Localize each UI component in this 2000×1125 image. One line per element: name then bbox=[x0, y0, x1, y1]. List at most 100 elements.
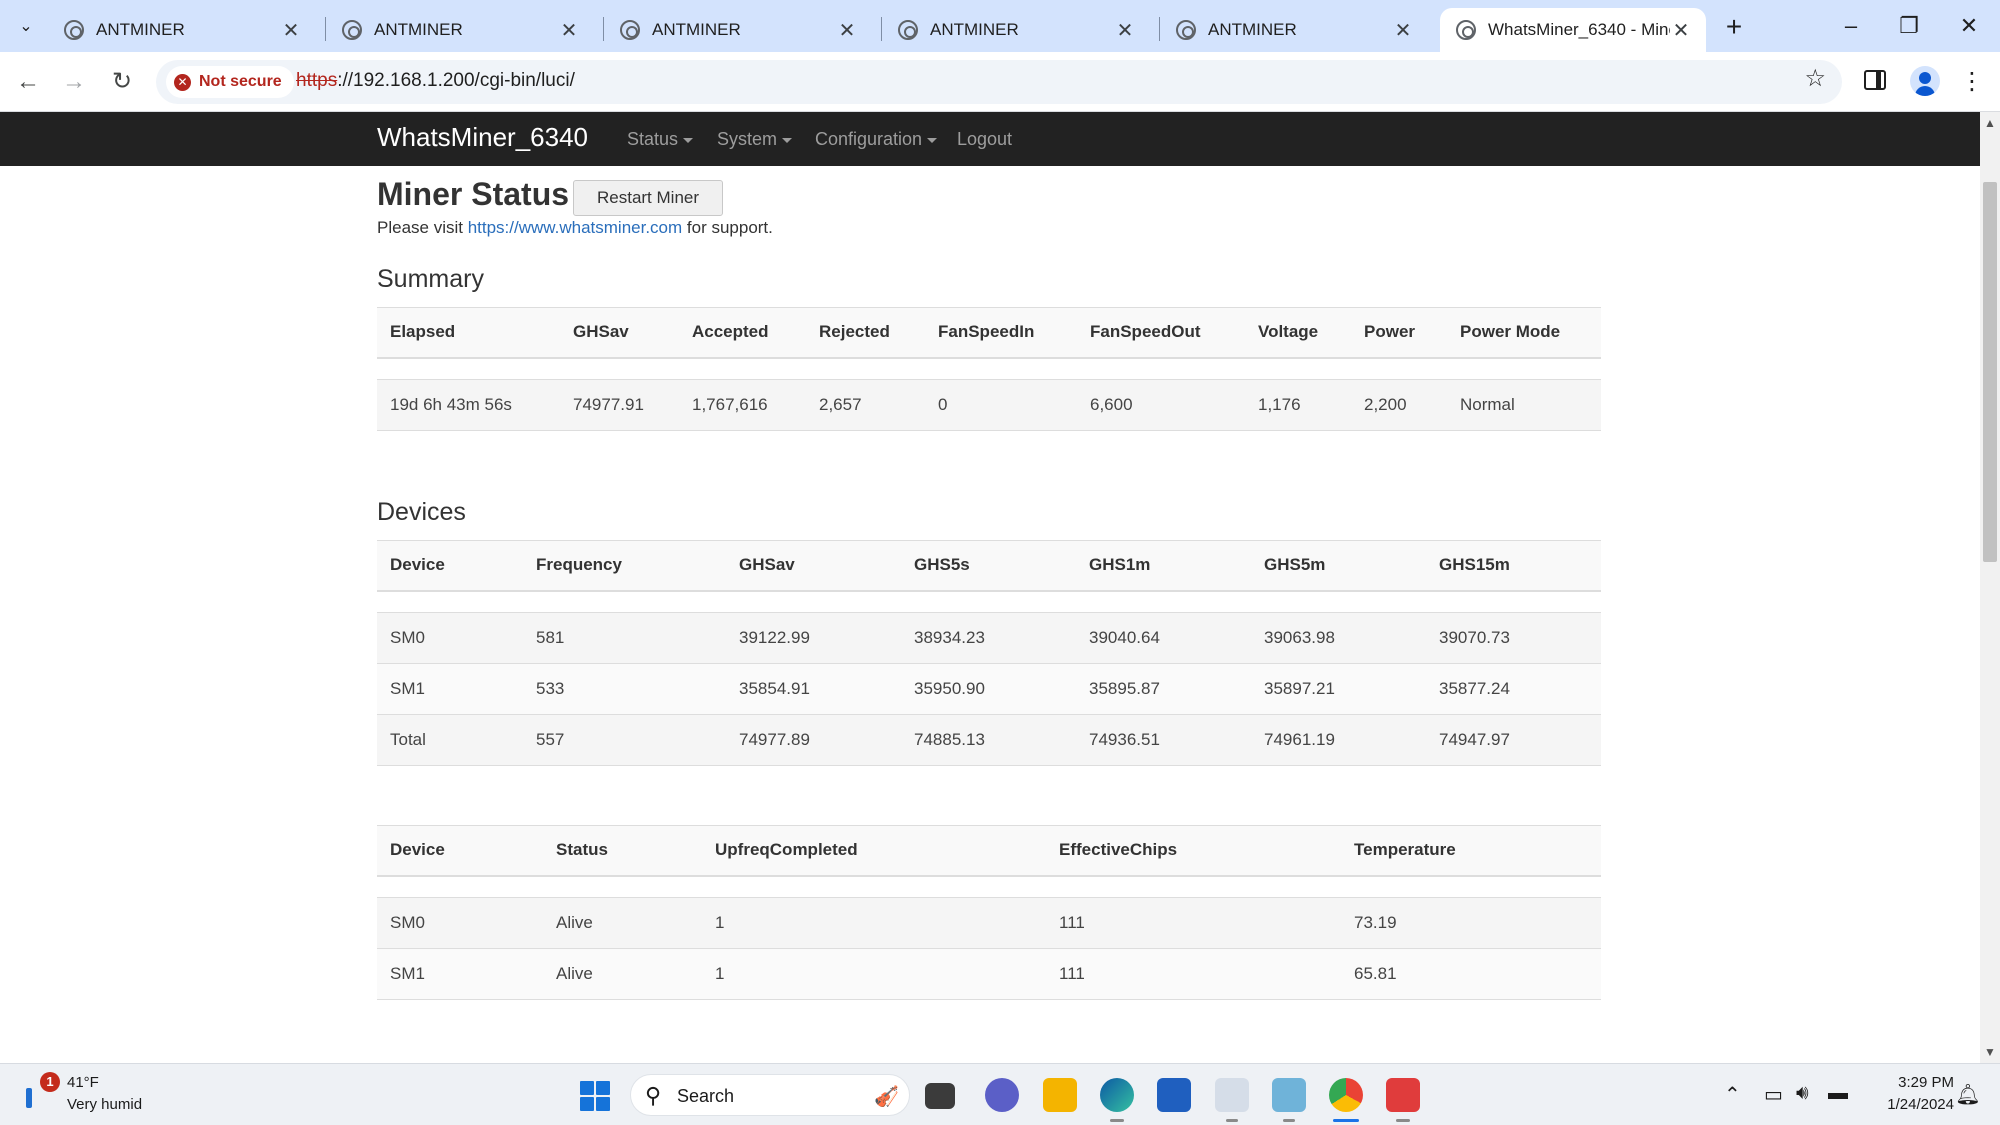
battery-icon[interactable]: ▬ bbox=[1828, 1082, 1848, 1105]
close-icon[interactable]: ✕ bbox=[1670, 18, 1692, 43]
notification-bell-icon[interactable]: 🔔︎ bbox=[1954, 1082, 1982, 1107]
col-header: Device bbox=[377, 825, 543, 877]
table-row: SM1 533 35854.91 35950.90 35895.87 35897… bbox=[377, 663, 1601, 715]
scroll-down-arrow-icon[interactable]: ▼ bbox=[1980, 1045, 2000, 1059]
tab-search-chevron-icon[interactable]: ⌄ bbox=[10, 10, 42, 42]
bookmark-star-icon[interactable]: ☆ bbox=[1804, 64, 1826, 93]
url-text[interactable]: https://192.168.1.200/cgi-bin/luci/ bbox=[296, 70, 575, 92]
brand-name[interactable]: WhatsMiner_6340 bbox=[377, 122, 588, 153]
table-cell: 111 bbox=[1046, 897, 1341, 949]
address-bar[interactable]: ✕ Not secure https://192.168.1.200/cgi-b… bbox=[156, 60, 1842, 104]
app-icon[interactable] bbox=[1272, 1078, 1306, 1112]
warning-icon: ✕ bbox=[174, 73, 191, 91]
reload-icon[interactable]: ↻ bbox=[104, 64, 140, 100]
col-header: Power Mode bbox=[1447, 307, 1601, 359]
page-scrollbar[interactable]: ▲ ▼ bbox=[1980, 112, 2000, 1063]
table-spacer bbox=[377, 357, 1601, 380]
volume-icon[interactable]: 🔊︎ bbox=[1796, 1082, 1809, 1105]
tab-favicon-icon bbox=[620, 20, 640, 40]
table-cell: 111 bbox=[1046, 948, 1341, 1000]
table-cell: 0 bbox=[925, 379, 1077, 431]
file-explorer-icon[interactable] bbox=[1043, 1078, 1077, 1112]
profile-avatar-icon[interactable] bbox=[1910, 66, 1940, 96]
restart-miner-button[interactable]: Restart Miner bbox=[573, 180, 723, 216]
app-icon[interactable] bbox=[1215, 1078, 1249, 1112]
task-view-icon[interactable] bbox=[925, 1083, 955, 1109]
caret-down-icon bbox=[927, 137, 938, 143]
clock-time[interactable]: 3:29 PM bbox=[1880, 1074, 1954, 1091]
col-header: Frequency bbox=[523, 540, 726, 592]
menu-system[interactable]: System bbox=[717, 129, 793, 150]
close-icon[interactable]: ✕ bbox=[836, 18, 858, 43]
table-row: Total 557 74977.89 74885.13 74936.51 749… bbox=[377, 714, 1601, 766]
tab-favicon-icon bbox=[1456, 20, 1476, 40]
edge-browser-icon[interactable] bbox=[1100, 1078, 1134, 1112]
menu-logout[interactable]: Logout bbox=[957, 129, 1012, 150]
back-arrow-icon[interactable]: ← bbox=[10, 64, 46, 100]
taskbar-search[interactable]: ⚲ Search 🎻 bbox=[630, 1074, 910, 1116]
table-cell: 74977.91 bbox=[560, 379, 679, 431]
chat-icon[interactable] bbox=[985, 1078, 1019, 1112]
support-note: Please visit https://www.whatsminer.com … bbox=[377, 218, 773, 238]
weather-temperature[interactable]: 41°F bbox=[67, 1074, 99, 1091]
weather-description[interactable]: Very humid bbox=[67, 1096, 142, 1113]
table-cell: SM0 bbox=[377, 897, 543, 949]
table-cell: 35897.21 bbox=[1251, 663, 1426, 715]
table-cell: 35854.91 bbox=[726, 663, 901, 715]
tab-title: WhatsMiner_6340 - Miner bbox=[1488, 20, 1670, 39]
page-title: Miner Status bbox=[377, 176, 570, 212]
table-cell: 581 bbox=[523, 612, 726, 664]
chrome-icon[interactable] bbox=[1329, 1078, 1363, 1112]
forward-arrow-icon[interactable]: → bbox=[56, 64, 92, 100]
caret-down-icon bbox=[683, 137, 694, 143]
devices-header-row: Device Frequency GHSav GHS5s GHS1m GHS5m… bbox=[377, 540, 1601, 592]
scroll-up-arrow-icon[interactable]: ▲ bbox=[1980, 116, 2000, 130]
tab-antminer-3[interactable]: ANTMINER ✕ bbox=[604, 8, 872, 52]
window-close-icon[interactable]: ✕ bbox=[1940, 8, 1998, 44]
close-icon[interactable]: ✕ bbox=[280, 18, 302, 43]
close-icon[interactable]: ✕ bbox=[1392, 18, 1414, 43]
tab-antminer-1[interactable]: ANTMINER ✕ bbox=[48, 8, 316, 52]
tab-whatsminer-active[interactable]: WhatsMiner_6340 - Miner ✕ bbox=[1440, 8, 1706, 52]
tab-favicon-icon bbox=[64, 20, 84, 40]
windows-start-icon[interactable] bbox=[580, 1081, 610, 1111]
more-menu-icon[interactable]: ⋮ bbox=[1960, 64, 1984, 100]
restore-icon[interactable]: ❐ bbox=[1880, 8, 1938, 44]
close-icon[interactable]: ✕ bbox=[558, 18, 580, 43]
network-icon[interactable]: ▭ bbox=[1764, 1082, 1783, 1107]
summary-header-row: Elapsed GHSav Accepted Rejected FanSpeed… bbox=[377, 307, 1601, 359]
table-cell: 1,176 bbox=[1245, 379, 1351, 431]
menu-status[interactable]: Status bbox=[627, 129, 694, 150]
table-cell: 39063.98 bbox=[1251, 612, 1426, 664]
clock-date[interactable]: 1/24/2024 bbox=[1862, 1096, 1954, 1113]
search-icon: ⚲ bbox=[645, 1083, 662, 1108]
support-link[interactable]: https://www.whatsminer.com bbox=[468, 218, 682, 237]
chevron-up-icon[interactable]: ⌃ bbox=[1724, 1082, 1741, 1107]
col-header: Elapsed bbox=[377, 307, 560, 359]
close-icon[interactable]: ✕ bbox=[1114, 18, 1136, 43]
tab-favicon-icon bbox=[342, 20, 362, 40]
side-panel-icon[interactable] bbox=[1864, 70, 1886, 90]
col-header: Status bbox=[543, 825, 702, 877]
table-cell: Normal bbox=[1447, 379, 1601, 431]
table-cell: Alive bbox=[543, 897, 702, 949]
not-secure-chip[interactable]: ✕ Not secure bbox=[166, 66, 294, 98]
table-cell: 74947.97 bbox=[1426, 714, 1601, 766]
store-icon[interactable] bbox=[1157, 1078, 1191, 1112]
anydesk-icon[interactable] bbox=[1386, 1078, 1420, 1112]
table-row: SM1 Alive 1 111 65.81 bbox=[377, 948, 1601, 1000]
table-cell: Alive bbox=[543, 948, 702, 1000]
caret-down-icon bbox=[782, 137, 793, 143]
table-cell: 74936.51 bbox=[1076, 714, 1251, 766]
new-tab-plus-icon[interactable]: + bbox=[1718, 12, 1750, 44]
table-cell: 74961.19 bbox=[1251, 714, 1426, 766]
tab-antminer-5[interactable]: ANTMINER ✕ bbox=[1160, 8, 1428, 52]
minimize-icon[interactable]: – bbox=[1822, 8, 1880, 44]
tab-antminer-4[interactable]: ANTMINER ✕ bbox=[882, 8, 1150, 52]
col-header: GHS5m bbox=[1251, 540, 1426, 592]
scrollbar-thumb[interactable] bbox=[1983, 182, 1997, 562]
windows-taskbar: 1 41°F Very humid ⚲ Search 🎻 ⌃ ▭ 🔊︎ ▬ 3:… bbox=[0, 1063, 2000, 1125]
tab-antminer-2[interactable]: ANTMINER ✕ bbox=[326, 8, 594, 52]
menu-configuration[interactable]: Configuration bbox=[815, 129, 938, 150]
col-header: Voltage bbox=[1245, 307, 1351, 359]
